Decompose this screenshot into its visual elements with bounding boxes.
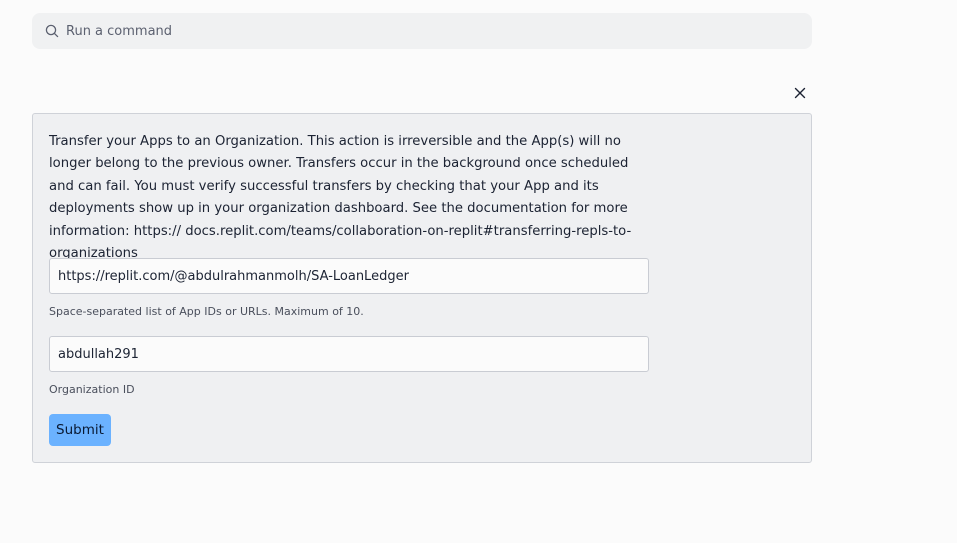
- search-icon: [45, 24, 59, 38]
- organization-id-input[interactable]: [49, 336, 649, 372]
- transfer-description: Transfer your Apps to an Organization. T…: [49, 134, 632, 262]
- apps-input-hint: Space-separated list of App IDs or URLs.…: [49, 305, 364, 318]
- command-bar-placeholder: Run a command: [66, 23, 173, 39]
- submit-button[interactable]: Submit: [49, 414, 111, 446]
- close-button[interactable]: [791, 84, 809, 102]
- command-bar[interactable]: Run a command: [32, 13, 812, 49]
- transfer-apps-panel: Transfer your Apps to an Organization. T…: [32, 113, 812, 463]
- organization-id-hint: Organization ID: [49, 383, 135, 396]
- apps-input[interactable]: [49, 258, 649, 294]
- close-icon: [794, 84, 806, 103]
